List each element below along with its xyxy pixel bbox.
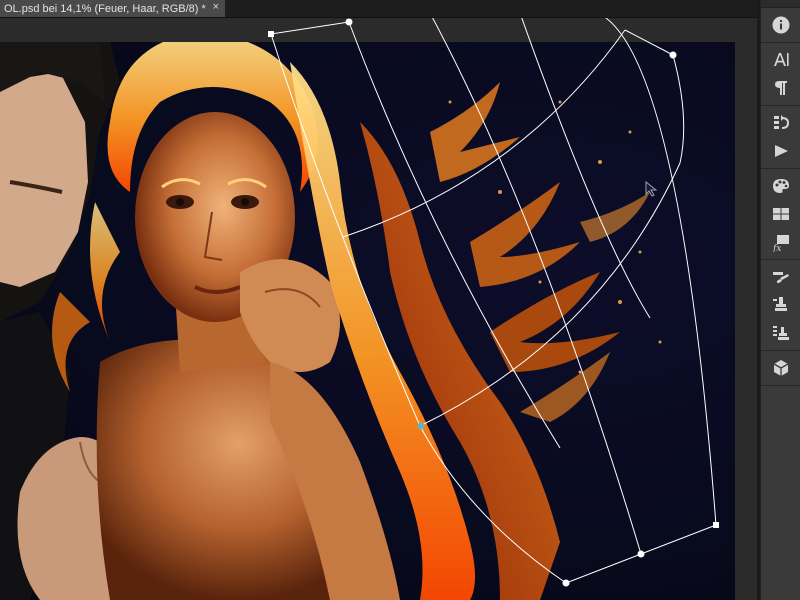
actions-play-icon[interactable] xyxy=(761,137,800,165)
warp-handle-control[interactable] xyxy=(637,550,645,558)
document-tab[interactable]: OL.psd bei 14,1% (Feuer, Haar, RGB/8) * … xyxy=(0,0,225,17)
panel-group-color: fx xyxy=(761,169,800,260)
tool-presets-icon[interactable] xyxy=(761,319,800,347)
canvas-image[interactable] xyxy=(0,42,735,600)
panel-group-history xyxy=(761,106,800,169)
clone-source-icon[interactable] xyxy=(761,291,800,319)
panel-group-type xyxy=(761,43,800,106)
color-palette-icon[interactable] xyxy=(761,172,800,200)
panel-grip[interactable] xyxy=(761,0,800,8)
panel-group-3d xyxy=(761,351,800,386)
warp-handle-corner[interactable] xyxy=(268,31,274,37)
svg-text:fx: fx xyxy=(772,244,781,252)
warp-handle-control[interactable] xyxy=(669,51,677,59)
close-tab-button[interactable]: × xyxy=(213,1,219,13)
styles-fx-icon[interactable]: fx xyxy=(761,228,800,256)
mouse-cursor-icon xyxy=(645,181,658,197)
document-tab-title: OL.psd bei 14,1% (Feuer, Haar, RGB/8) * xyxy=(4,2,206,15)
warp-handle-active[interactable] xyxy=(417,422,425,430)
brush-presets-icon[interactable] xyxy=(761,263,800,291)
3d-cube-icon[interactable] xyxy=(761,354,800,382)
swatches-icon[interactable] xyxy=(761,200,800,228)
warp-handle-corner[interactable] xyxy=(713,522,719,528)
history-icon[interactable] xyxy=(761,109,800,137)
info-icon[interactable] xyxy=(761,11,800,39)
warp-handle-control[interactable] xyxy=(345,18,353,26)
panel-dock: fx xyxy=(760,0,800,600)
warp-handle-control[interactable] xyxy=(562,579,570,587)
fire-artwork xyxy=(0,42,662,600)
panel-group-brush xyxy=(761,260,800,351)
panel-group-info xyxy=(761,8,800,43)
document-tab-bar: OL.psd bei 14,1% (Feuer, Haar, RGB/8) * … xyxy=(0,0,757,18)
character-icon[interactable] xyxy=(761,46,800,74)
canvas-area[interactable] xyxy=(0,18,757,600)
paragraph-icon[interactable] xyxy=(761,74,800,102)
